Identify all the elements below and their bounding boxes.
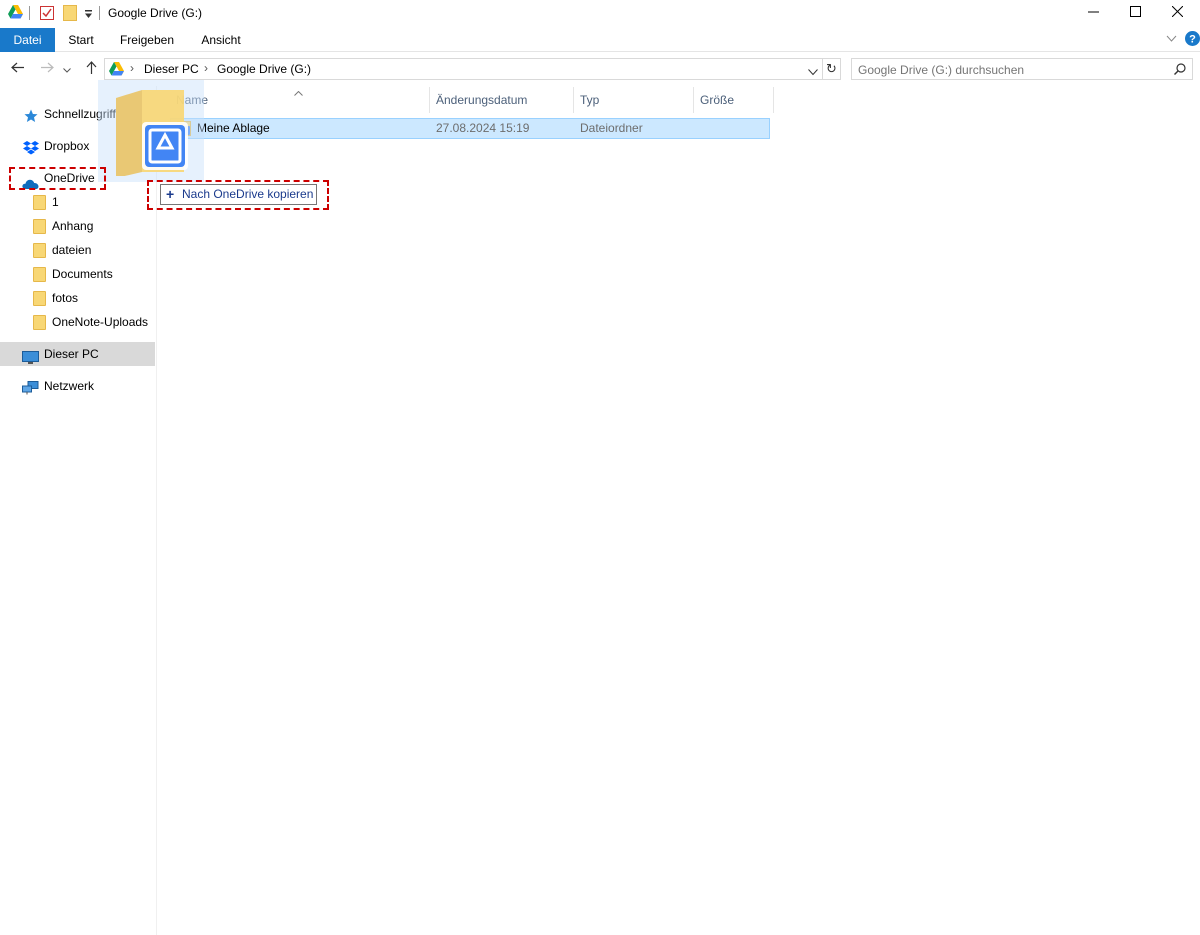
search-input[interactable] — [858, 62, 1158, 77]
nav-item-label: fotos — [52, 291, 79, 305]
chevron-right-icon[interactable]: › — [204, 61, 208, 75]
folder-icon — [33, 267, 46, 282]
tab-datei[interactable]: Datei — [0, 28, 55, 52]
up-button[interactable] — [80, 56, 102, 82]
tab-freigeben[interactable]: Freigeben — [114, 28, 180, 52]
title-bar: Google Drive (G:) — [0, 0, 1200, 26]
refresh-icon[interactable]: ↻ — [826, 61, 837, 77]
chevron-down-icon — [63, 62, 71, 76]
properties-icon[interactable] — [40, 5, 54, 23]
search-icon[interactable] — [1174, 63, 1186, 78]
nav-item-label: Dropbox — [44, 139, 90, 153]
nav-subitem-anhang[interactable]: Anhang — [0, 214, 155, 238]
search-box[interactable] — [851, 58, 1193, 80]
tab-start[interactable]: Start — [62, 28, 100, 52]
chevron-right-icon[interactable]: › — [130, 61, 134, 75]
network-icon — [22, 379, 39, 403]
window-title: Google Drive (G:) — [108, 6, 203, 20]
nav-item-label: 1 — [52, 195, 59, 209]
onedrive-highlight-box — [9, 167, 106, 190]
file-type: Dateiordner — [580, 121, 643, 135]
file-name: Meine Ablage — [197, 121, 270, 135]
folder-icon — [33, 219, 46, 234]
close-icon — [1171, 5, 1183, 20]
folder-icon — [33, 291, 46, 306]
arrow-up-icon — [86, 61, 97, 77]
nav-item-label: Netzwerk — [44, 379, 95, 393]
recent-locations-button[interactable] — [60, 56, 74, 82]
column-header-label: Typ — [580, 93, 600, 107]
column-header-type[interactable]: Typ — [574, 87, 694, 113]
arrow-left-icon — [10, 62, 24, 76]
computer-icon — [22, 348, 39, 372]
nav-item-label: Anhang — [52, 219, 94, 233]
star-icon — [24, 107, 38, 131]
folder-icon — [33, 315, 46, 330]
nav-subitem-onenote-uploads[interactable]: OneNote-Uploads — [0, 310, 155, 334]
svg-text:?: ? — [1189, 34, 1196, 46]
navigation-pane: Schnellzugriff Dropbox OneDrive 1 Anhang… — [0, 86, 157, 935]
address-bar[interactable]: › Dieser PC › Google Drive (G:) ↻ — [104, 58, 841, 80]
dragged-folder-icon — [114, 86, 194, 179]
google-drive-icon — [8, 5, 23, 22]
forward-button[interactable] — [36, 56, 58, 82]
nav-subitem-fotos[interactable]: fotos — [0, 286, 155, 310]
nav-item-label: dateien — [52, 243, 92, 257]
expand-ribbon-icon[interactable] — [1166, 32, 1177, 46]
tooltip-highlight-box — [147, 180, 329, 210]
nav-subitem-dateien[interactable]: dateien — [0, 238, 155, 262]
nav-item-label: Documents — [52, 267, 113, 281]
maximize-icon — [1129, 6, 1141, 20]
column-header-size[interactable]: Größe — [694, 87, 774, 113]
tab-ansicht[interactable]: Ansicht — [196, 28, 246, 52]
nav-item-dieser-pc[interactable]: Dieser PC — [0, 342, 155, 366]
nav-item-label: OneNote-Uploads — [52, 315, 149, 329]
minimize-icon — [1087, 6, 1099, 20]
column-header-date[interactable]: Änderungsdatum — [430, 87, 574, 113]
file-date: 27.08.2024 15:19 — [436, 121, 530, 135]
back-button[interactable] — [6, 56, 28, 82]
nav-subitem-documents[interactable]: Documents — [0, 262, 155, 286]
breadcrumb-google-drive[interactable]: Google Drive (G:) — [217, 62, 311, 76]
nav-item-label: Dieser PC — [44, 347, 99, 361]
column-header-label: Änderungsdatum — [436, 93, 528, 107]
folder-icon — [33, 243, 46, 258]
ribbon-tabs: Datei Start Freigeben Ansicht ? — [0, 28, 1200, 52]
arrow-right-icon — [40, 62, 54, 76]
customize-toolbar-icon[interactable] — [84, 8, 93, 22]
new-folder-icon[interactable] — [63, 5, 77, 24]
close-button[interactable] — [1154, 0, 1200, 26]
column-header-label: Größe — [700, 93, 735, 107]
minimize-button[interactable] — [1070, 0, 1116, 26]
drag-preview — [98, 80, 204, 182]
nav-item-netzwerk[interactable]: Netzwerk — [0, 374, 155, 398]
address-history-dropdown[interactable] — [808, 65, 818, 79]
dropbox-icon — [23, 139, 39, 163]
folder-icon — [33, 195, 46, 210]
help-icon[interactable]: ? — [1185, 31, 1200, 49]
nav-subitem-1[interactable]: 1 — [0, 190, 155, 214]
maximize-button[interactable] — [1112, 0, 1158, 26]
file-row[interactable]: Meine Ablage 27.08.2024 15:19 Dateiordne… — [170, 118, 770, 139]
navigation-bar: › Dieser PC › Google Drive (G:) ↻ — [0, 56, 1200, 82]
breadcrumb-dieser-pc[interactable]: Dieser PC — [144, 62, 199, 76]
google-drive-icon — [109, 62, 124, 79]
sort-ascending-icon — [294, 85, 303, 99]
